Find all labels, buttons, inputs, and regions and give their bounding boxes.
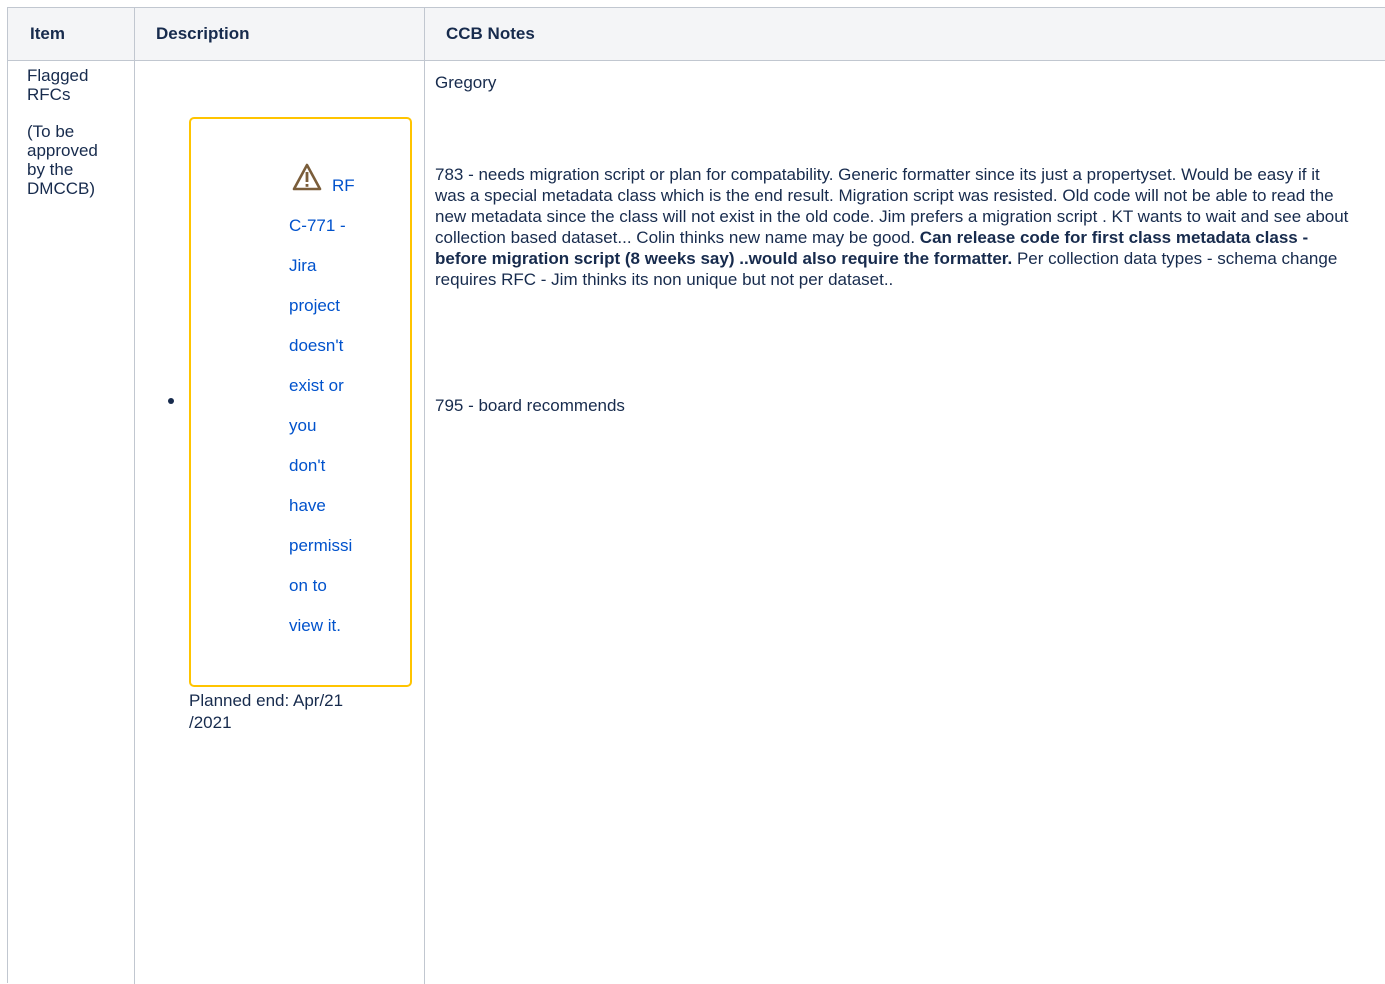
item-subtitle: (To be approved by the DMCCB) [27, 122, 98, 198]
jira-message-line: Jira [289, 256, 317, 275]
planned-end-line: Planned end: Apr/21 [189, 691, 344, 710]
jira-message-line: on to [289, 576, 327, 595]
jira-message-line: you [289, 416, 317, 435]
item-title: Flagged RFCs [27, 66, 89, 104]
table-header-row: Item Description CCB Notes [8, 8, 1385, 61]
planned-end: Planned end: Apr/21 /2021 [189, 690, 389, 734]
column-divider [424, 8, 425, 984]
jira-message-line: project [289, 296, 341, 315]
jira-message-line: have [289, 496, 326, 515]
jira-dash: - [335, 216, 346, 235]
column-divider [134, 8, 135, 984]
list-bullet [168, 398, 174, 404]
header-description: Description [156, 24, 250, 43]
header-item: Item [30, 24, 65, 43]
jira-issue-link[interactable]: C-771 [289, 216, 335, 235]
presenter-name: Gregory [435, 73, 497, 92]
ccb-notes-cell: Gregory 783 - needs migration script or … [435, 72, 1350, 415]
item-cell: Flagged RFCs (To be approved by the DMCC… [27, 66, 117, 216]
planned-end-line: /2021 [189, 713, 232, 732]
jira-issue-link[interactable]: RF [332, 176, 355, 195]
jira-message-line: permissi [289, 536, 353, 555]
jira-message-line: doesn't [289, 336, 344, 355]
jira-issue-content: RF C-771 - Jira project doesn't exist or… [289, 166, 379, 646]
jira-message-line: don't [289, 456, 326, 475]
jira-message-line: exist or [289, 376, 344, 395]
header-ccb-notes: CCB Notes [446, 24, 535, 43]
jira-message-line: view it. [289, 616, 341, 635]
note-783: 783 - needs migration script or plan for… [435, 164, 1350, 290]
note-795: 795 - board recommends [435, 396, 625, 415]
